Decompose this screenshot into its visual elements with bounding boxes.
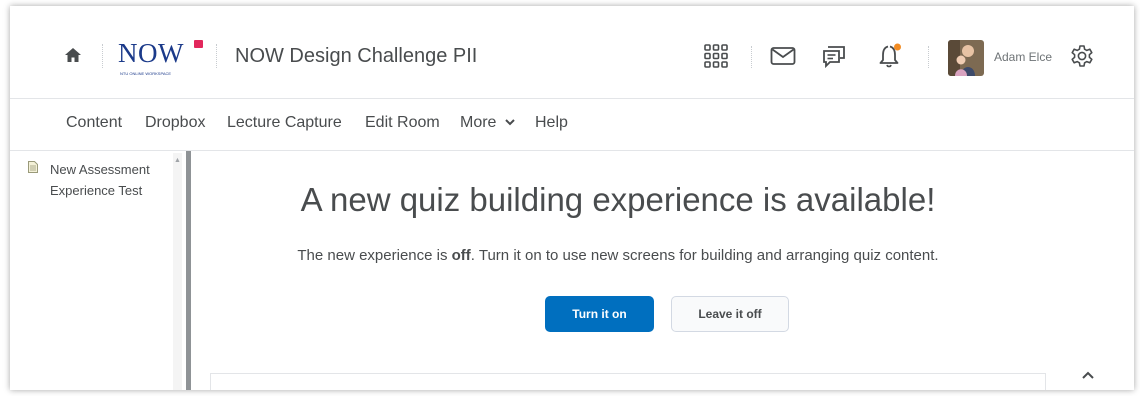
nav-item-more[interactable]: More	[460, 114, 516, 132]
chat-icon[interactable]	[820, 42, 848, 70]
chevron-down-icon	[505, 119, 515, 126]
nav-item-content[interactable]: Content	[66, 114, 122, 132]
waffle-grid-icon[interactable]	[702, 42, 730, 70]
nav-item-edit-room[interactable]: Edit Room	[365, 114, 440, 132]
info-text-status: off	[451, 247, 471, 264]
tree-item-label: New Assessment Experience Test	[50, 162, 150, 198]
separator	[102, 44, 103, 68]
home-icon[interactable]	[62, 44, 84, 66]
notification-dot	[894, 43, 901, 51]
scroll-up-arrow-icon[interactable]: ▲	[173, 157, 182, 165]
nav-item-dropbox[interactable]: Dropbox	[145, 114, 205, 132]
info-text-prefix: The new experience is	[297, 247, 452, 264]
separator	[216, 44, 217, 68]
document-icon	[28, 161, 38, 173]
page-title: A new quiz building experience is availa…	[300, 181, 936, 218]
leave-it-off-button[interactable]: Leave it off	[671, 296, 789, 332]
quiz-panel	[210, 373, 1046, 390]
top-header: NOW NTU ONLINE WORKSPACE NOW Design Chal…	[10, 6, 1134, 99]
content-tree-pane: New Assessment Experience Test	[10, 151, 188, 390]
mail-icon[interactable]	[769, 42, 797, 70]
nav-item-lecture-capture[interactable]: Lecture Capture	[227, 114, 342, 132]
course-title[interactable]: NOW Design Challenge PII	[235, 45, 477, 68]
logo-text: NOW	[118, 38, 184, 68]
logo[interactable]: NOW NTU ONLINE WORKSPACE	[118, 38, 214, 78]
info-text-suffix: . Turn it on to use new screens for buil…	[470, 247, 939, 264]
course-navbar: Content Dropbox Lecture Capture Edit Roo…	[10, 98, 1134, 151]
nav-item-more-label: More	[460, 114, 497, 131]
info-text: The new experience is off. Turn it on to…	[192, 247, 1044, 264]
separator	[751, 46, 752, 68]
avatar[interactable]	[948, 40, 984, 76]
chevron-up-icon	[1082, 371, 1094, 379]
gear-icon[interactable]	[1068, 42, 1096, 70]
turn-it-on-button[interactable]: Turn it on	[545, 296, 654, 332]
scroll-to-top-button[interactable]	[1076, 364, 1100, 386]
logo-tagline: NTU ONLINE WORKSPACE	[120, 71, 172, 76]
nav-item-help[interactable]: Help	[535, 114, 568, 132]
user-name[interactable]: Adam Elce	[994, 50, 1052, 64]
separator	[928, 46, 929, 68]
bell-icon[interactable]	[876, 42, 904, 70]
pane-divider[interactable]	[186, 151, 191, 390]
tree-scrollbar[interactable]: ▲	[173, 153, 182, 390]
logo-flag	[194, 40, 203, 48]
main-content: A new quiz building experience is availa…	[192, 151, 1134, 390]
browser-frame: NOW NTU ONLINE WORKSPACE NOW Design Chal…	[10, 6, 1134, 390]
